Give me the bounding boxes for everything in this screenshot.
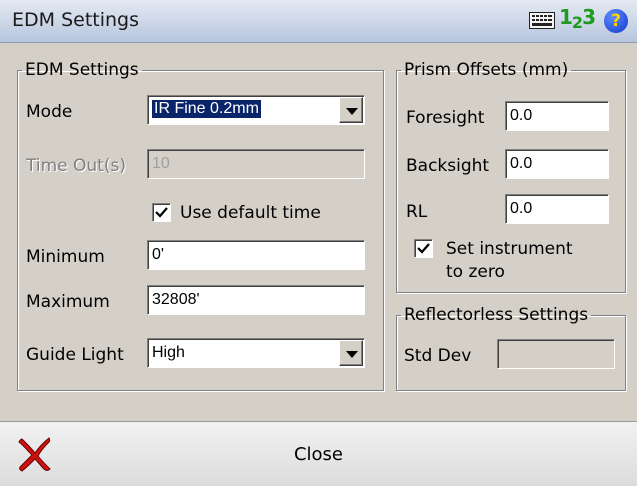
set-zero-label-line1[interactable]: Set instrument [446,239,573,259]
backsight-label: Backsight [406,156,490,176]
stddev-label: Std Dev [404,346,472,366]
input-mode-icon[interactable]: 123 [559,5,596,32]
minimum-field[interactable]: 0' [147,240,365,270]
timeout-field: 10 [147,149,365,179]
default-time-label[interactable]: Use default time [180,203,321,223]
stddev-field [497,339,615,369]
set-zero-checkbox[interactable] [414,239,433,258]
rl-field[interactable]: 0.0 [505,194,609,224]
maximum-field[interactable]: 32808' [147,285,365,315]
guide-light-dropdown[interactable]: High [147,338,365,368]
close-button[interactable]: Close [0,444,637,465]
edm-settings-legend: EDM Settings [25,60,139,80]
maximum-label: Maximum [26,292,110,312]
mode-label: Mode [26,102,73,122]
set-zero-label-line2[interactable]: to zero [446,262,505,282]
help-icon[interactable]: ? [604,9,628,33]
title-bar: EDM Settings 123 ? [0,0,637,43]
guide-light-label: Guide Light [26,345,124,365]
mode-dropdown-arrow[interactable] [339,97,363,123]
mode-selected-value: IR Fine 0.2mm [151,99,262,119]
keyboard-icon[interactable] [529,12,555,29]
mode-dropdown[interactable]: IR Fine 0.2mm [147,95,365,125]
rl-label: RL [406,202,428,222]
backsight-field[interactable]: 0.0 [505,149,609,179]
reflectorless-legend: Reflectorless Settings [404,305,589,325]
timeout-label: Time Out(s) [26,156,126,176]
window-title: EDM Settings [12,9,139,31]
minimum-label: Minimum [26,247,105,267]
default-time-checkbox[interactable] [152,203,171,222]
command-bar: Close [0,421,637,486]
guide-light-dropdown-arrow[interactable] [339,340,363,366]
foresight-label: Foresight [406,108,485,128]
guide-light-value: High [152,344,185,361]
foresight-field[interactable]: 0.0 [505,101,609,131]
prism-offsets-legend: Prism Offsets (mm) [404,60,569,80]
